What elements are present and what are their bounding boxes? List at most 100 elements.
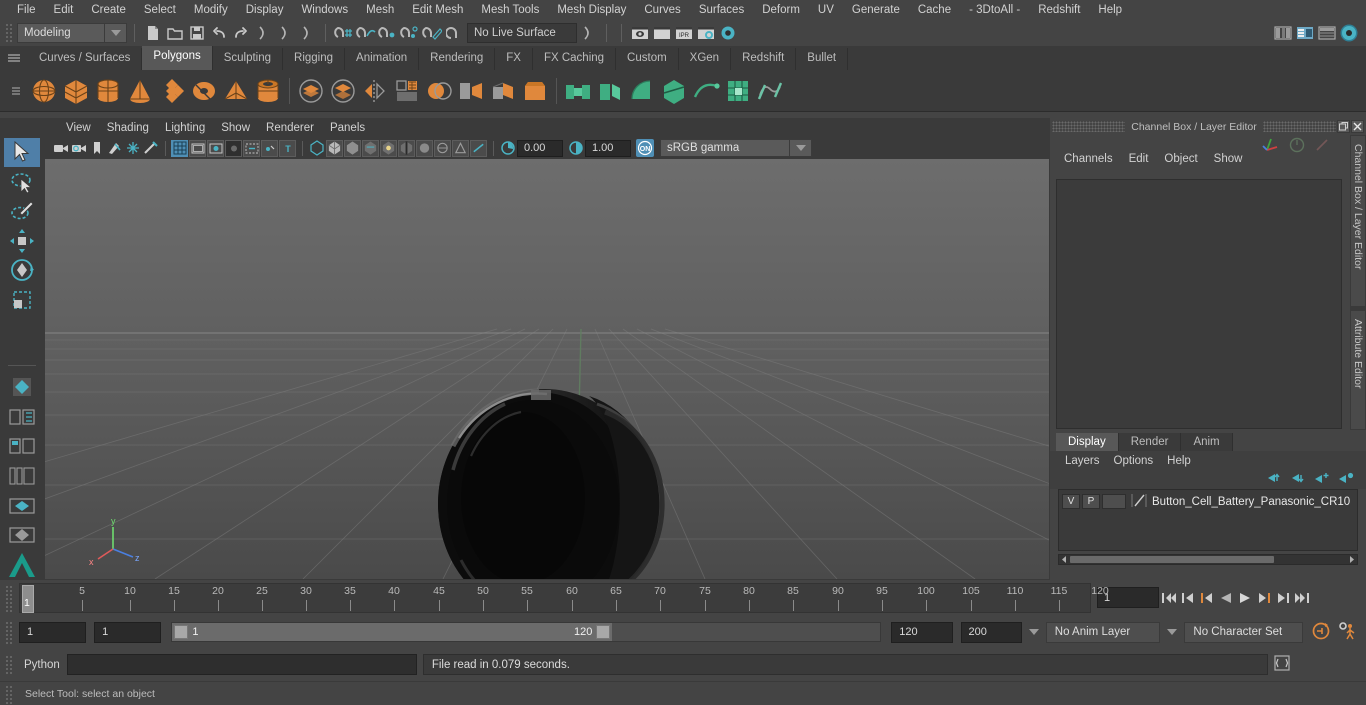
poly-smooth-icon[interactable] — [391, 74, 423, 108]
channel-box-menu-channels[interactable]: Channels — [1056, 151, 1121, 167]
shelf-tab-curves-surfaces[interactable]: Curves / Surfaces — [28, 48, 143, 70]
layer-playback-toggle[interactable]: P — [1082, 494, 1100, 509]
layer-tab-anim[interactable]: Anim — [1181, 433, 1233, 451]
toggle-ui-icon[interactable] — [1272, 22, 1294, 44]
gamma-icon[interactable] — [567, 140, 584, 157]
textured-icon[interactable] — [362, 139, 379, 157]
open-scene-icon[interactable] — [164, 22, 186, 44]
scrollbar-thumb[interactable] — [1070, 556, 1274, 563]
bookmark-icon[interactable] — [88, 140, 105, 157]
anim-layer-chevron-down-icon[interactable] — [1028, 629, 1039, 635]
select-component-icon[interactable] — [296, 22, 318, 44]
layout-hypershade-icon[interactable] — [4, 521, 40, 550]
use-lights-icon[interactable] — [380, 139, 397, 157]
paint-select-tool[interactable] — [4, 197, 40, 226]
color-profile-chevron-down-icon[interactable] — [790, 139, 812, 157]
menu-item-deform[interactable]: Deform — [753, 2, 809, 18]
menu-item-create[interactable]: Create — [82, 2, 135, 18]
live-surface-field[interactable]: No Live Surface — [467, 23, 577, 43]
play-backwards-icon[interactable] — [1216, 587, 1235, 609]
viewport-menu-lighting[interactable]: Lighting — [157, 120, 213, 136]
wireframe-shade-icon[interactable] — [308, 140, 325, 157]
viewport-menu-renderer[interactable]: Renderer — [258, 120, 322, 136]
close-panel-icon[interactable] — [1351, 120, 1364, 133]
poly-mirror-icon[interactable] — [359, 74, 391, 108]
auto-key-icon[interactable] — [1311, 621, 1331, 644]
select-camera-icon[interactable] — [52, 140, 69, 157]
shelf-tab-fx-caching[interactable]: FX Caching — [532, 48, 617, 70]
poly-cone-icon[interactable] — [124, 74, 156, 108]
shelf-tab-animation[interactable]: Animation — [345, 48, 420, 70]
exposure-icon[interactable] — [499, 140, 516, 157]
layout-list-icon[interactable] — [4, 462, 40, 491]
shelf-tab-xgen[interactable]: XGen — [678, 48, 732, 70]
modeling-toolkit-icon[interactable] — [1294, 22, 1316, 44]
poly-multicut-icon[interactable] — [658, 74, 690, 108]
vertical-tab-channel-box[interactable]: Channel Box / Layer Editor — [1350, 135, 1366, 307]
layer-list-horizontal-scrollbar[interactable] — [1058, 554, 1358, 565]
redo-icon[interactable] — [230, 22, 252, 44]
play-forwards-icon[interactable] — [1235, 587, 1254, 609]
poly-cube-icon[interactable] — [60, 74, 92, 108]
viewport-menu-view[interactable]: View — [58, 120, 99, 136]
animation-start-time-field[interactable]: 1 — [19, 621, 87, 643]
new-scene-icon[interactable] — [142, 22, 164, 44]
time-slider-grip[interactable] — [4, 583, 13, 612]
scroll-right-arrow-icon[interactable] — [1348, 554, 1355, 566]
menu-item-select[interactable]: Select — [135, 2, 185, 18]
channel-box-menu-show[interactable]: Show — [1206, 151, 1251, 167]
range-bar[interactable]: 1 120 — [171, 622, 882, 642]
channel-box-menu-edit[interactable]: Edit — [1121, 151, 1157, 167]
anim-layer-selector[interactable]: No Anim Layer — [1045, 621, 1161, 643]
menu-set-chevron-down-icon[interactable] — [105, 23, 127, 43]
ipr-render-icon[interactable]: IPR — [673, 22, 695, 44]
move-layer-up-icon[interactable] — [1266, 472, 1282, 487]
range-bar-selection[interactable]: 1 120 — [172, 623, 613, 641]
step-back-frame-icon[interactable] — [1197, 587, 1216, 609]
command-line-grip[interactable] — [4, 653, 13, 676]
render-current-frame-icon[interactable] — [651, 22, 673, 44]
rotate-tool[interactable] — [4, 256, 40, 285]
camera-attributes-icon[interactable] — [70, 140, 87, 157]
menu-item-edit[interactable]: Edit — [45, 2, 83, 18]
time-slider-track[interactable]: 1 5 10 15 20 25 30 35 40 45 50 55 60 65 … — [19, 582, 1109, 613]
layer-row[interactable]: V P Button_Cell_Battery_Panasonic_CR10 — [1062, 493, 1354, 510]
poly-extrude-icon[interactable] — [487, 74, 519, 108]
new-layer-from-selected-icon[interactable] — [1338, 472, 1354, 487]
poly-torus-icon[interactable] — [188, 74, 220, 108]
vertical-tab-attribute-editor[interactable]: Attribute Editor — [1350, 310, 1366, 430]
attribute-editor-icon[interactable] — [1316, 22, 1338, 44]
make-live-icon[interactable] — [443, 22, 465, 44]
lasso-select-tool[interactable] — [4, 168, 40, 197]
shelf-tab-fx[interactable]: FX — [495, 48, 533, 70]
poly-target-weld-icon[interactable] — [690, 74, 722, 108]
poly-booleans-icon[interactable] — [423, 74, 455, 108]
xray-joints-icon[interactable] — [261, 139, 278, 157]
shelf-tab-custom[interactable]: Custom — [616, 48, 679, 70]
go-to-start-icon[interactable] — [1159, 587, 1178, 609]
gate-mask-icon[interactable] — [225, 139, 242, 157]
poly-reduce-icon[interactable] — [455, 74, 487, 108]
range-start-handle[interactable] — [174, 625, 189, 639]
layout-persp-outliner-icon[interactable] — [4, 491, 40, 520]
layer-list[interactable]: V P Button_Cell_Battery_Panasonic_CR10 — [1058, 489, 1358, 551]
menu-set-selector[interactable]: Modeling — [17, 23, 105, 43]
layer-visibility-toggle[interactable]: V — [1062, 494, 1080, 509]
hypershade-icon[interactable] — [717, 22, 739, 44]
menu-item-help[interactable]: Help — [1089, 2, 1131, 18]
layer-name[interactable]: Button_Cell_Battery_Panasonic_CR10 — [1152, 496, 1350, 508]
poly-pyramid-icon[interactable] — [220, 74, 252, 108]
playback-start-time-field[interactable]: 1 — [94, 621, 162, 643]
range-end-handle[interactable] — [596, 625, 611, 639]
script-editor-icon[interactable] — [1274, 655, 1290, 674]
menu-item-windows[interactable]: Windows — [292, 2, 357, 18]
menu-item-curves[interactable]: Curves — [635, 2, 689, 18]
shelf-tab-bullet[interactable]: Bullet — [796, 48, 849, 70]
channel-box-menu-object[interactable]: Object — [1156, 151, 1205, 167]
animation-preferences-icon[interactable] — [1338, 621, 1358, 644]
viewport-menu-shading[interactable]: Shading — [99, 120, 157, 136]
last-tool-icon[interactable] — [4, 373, 40, 402]
layer-color-swatch-icon[interactable] — [1131, 493, 1147, 511]
menu-item-mesh-display[interactable]: Mesh Display — [548, 2, 635, 18]
menu-item-edit-mesh[interactable]: Edit Mesh — [403, 2, 472, 18]
